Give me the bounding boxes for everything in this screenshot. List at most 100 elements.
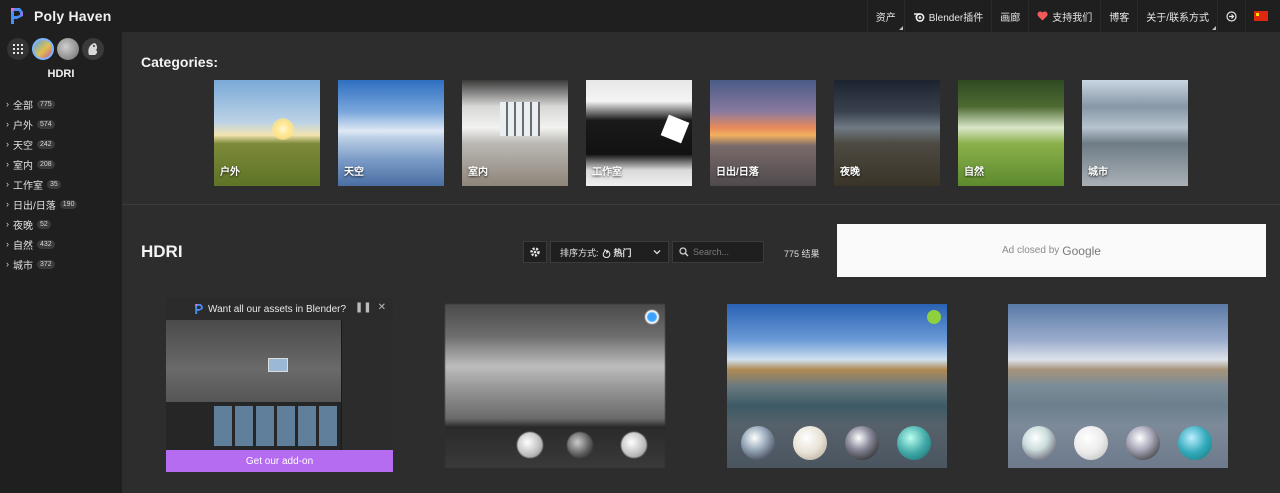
login-button[interactable] [1217, 0, 1245, 32]
nav-assets[interactable]: 资产 [866, 0, 904, 32]
sidebar-item-count: 242 [37, 139, 55, 149]
asset-card[interactable] [445, 304, 665, 468]
sidebar-item-urban[interactable]: › 城市 372 [6, 254, 122, 274]
nav-blender-label: Blender插件 [928, 12, 984, 24]
main-nav: 资产 Blender插件 画廊 支持我们 博客 关于/联系方式 [866, 0, 1280, 32]
preview-sphere [741, 426, 775, 460]
category-cards: 户外 天空 室内 工作室 日出/日落 夜晚 自然 城市 [214, 80, 1188, 186]
chevron-right-icon: › [6, 199, 9, 209]
chevron-right-icon: › [6, 159, 9, 169]
chevron-right-icon: › [6, 119, 9, 129]
nav-blender-addon[interactable]: Blender插件 [903, 0, 991, 32]
sort-label: 排序方式: [560, 247, 599, 258]
texture-type-button[interactable] [57, 38, 79, 60]
settings-button[interactable] [523, 241, 547, 263]
sidebar-item-label: 城市 [13, 260, 33, 272]
category-card-studio[interactable]: 工作室 [586, 80, 692, 186]
nav-gallery[interactable]: 画廊 [991, 0, 1028, 32]
close-icon[interactable]: ✕ [378, 302, 386, 313]
results-count: 775 结果 [784, 249, 820, 259]
nav-blog-label: 博客 [1109, 12, 1130, 24]
sidebar-item-count: 190 [59, 199, 78, 209]
chevron-right-icon: › [6, 259, 9, 269]
chevron-right-icon: › [6, 139, 9, 149]
viewport-preview [166, 320, 341, 402]
sidebar-item-skies[interactable]: › 天空 242 [6, 134, 122, 154]
nav-support-label: 支持我们 [1052, 12, 1093, 24]
sidebar-item-nature[interactable]: › 自然 432 [6, 234, 122, 254]
sidebar-item-count: 35 [47, 179, 61, 189]
sidebar-item-label: 室内 [13, 160, 33, 172]
preview-sphere [1074, 426, 1108, 460]
sidebar-item-count: 574 [37, 119, 55, 129]
heart-icon [1037, 11, 1048, 21]
sidebar-item-count: 52 [37, 219, 51, 229]
category-card-label: 工作室 [592, 167, 622, 178]
categories-heading: Categories: [141, 54, 219, 70]
preview-sphere [845, 426, 879, 460]
category-card-label: 天空 [344, 167, 364, 178]
search-input[interactable] [693, 247, 763, 257]
category-card-label: 户外 [220, 167, 240, 178]
sidebar: HDRI › 全部 775 › 户外 574 › 天空 242 › 室内 208 › 工作室 35 … [0, 32, 122, 493]
sidebar-item-sunrise-sunset[interactable]: › 日出/日落 190 [6, 194, 122, 214]
preview-sphere [793, 426, 827, 460]
category-card-night[interactable]: 夜晚 [834, 80, 940, 186]
asset-card[interactable] [1008, 304, 1228, 468]
sidebar-item-count: 775 [37, 99, 55, 109]
sort-select[interactable]: 排序方式: 热门 [550, 241, 669, 263]
search-icon [679, 247, 689, 257]
category-card-skies[interactable]: 天空 [338, 80, 444, 186]
get-addon-button[interactable]: Get our add-on [166, 450, 393, 472]
sidebar-item-night[interactable]: › 夜晚 52 [6, 214, 122, 234]
properties-panel [341, 320, 393, 450]
hdri-type-button[interactable] [32, 38, 54, 60]
page-title: HDRI [141, 242, 183, 261]
sidebar-item-label: 自然 [13, 240, 33, 252]
sidebar-item-outdoor[interactable]: › 户外 574 [6, 114, 122, 134]
category-card-indoor[interactable]: 室内 [462, 80, 568, 186]
search-field[interactable] [672, 241, 764, 263]
preview-sphere [567, 432, 593, 458]
category-card-label: 城市 [1088, 167, 1108, 178]
sidebar-item-label: 天空 [13, 140, 33, 152]
section-divider [122, 204, 1280, 205]
poly-haven-logo-icon [11, 8, 23, 24]
language-selector[interactable] [1245, 0, 1280, 32]
sidebar-item-studio[interactable]: › 工作室 35 [6, 174, 122, 194]
asset-card[interactable] [727, 304, 947, 468]
sidebar-item-indoor[interactable]: › 室内 208 [6, 154, 122, 174]
nav-support[interactable]: 支持我们 [1028, 0, 1100, 32]
chevron-right-icon: › [6, 239, 9, 249]
viewport-object [268, 358, 288, 372]
category-card-outdoor[interactable]: 户外 [214, 80, 320, 186]
window-grid [500, 102, 540, 136]
top-header: Poly Haven 资产 Blender插件 画廊 支持我们 博客 关于/联系… [0, 0, 1280, 32]
nav-about[interactable]: 关于/联系方式 [1137, 0, 1217, 32]
main-content: Categories: 户外 天空 室内 工作室 日出/日落 夜晚 自然 城市 [122, 32, 1280, 493]
model-type-button[interactable] [82, 38, 104, 60]
sidebar-item-label: 户外 [13, 120, 33, 132]
nav-gallery-label: 画廊 [1000, 12, 1021, 24]
promo-screenshot [166, 320, 393, 450]
sidebar-item-all[interactable]: › 全部 775 [6, 94, 122, 114]
category-card-sunrise-sunset[interactable]: 日出/日落 [710, 80, 816, 186]
brand-link[interactable]: Poly Haven [0, 0, 111, 32]
caret-icon [898, 26, 903, 30]
sidebar-item-count: 432 [37, 239, 55, 249]
category-card-label: 夜晚 [840, 167, 860, 178]
category-card-nature[interactable]: 自然 [958, 80, 1064, 186]
all-types-button[interactable] [7, 38, 29, 60]
chevron-right-icon: › [6, 99, 9, 109]
sidebar-item-label: 全部 [13, 100, 33, 112]
caret-icon [1212, 26, 1216, 30]
category-card-urban[interactable]: 城市 [1082, 80, 1188, 186]
sidebar-item-label: 日出/日落 [13, 200, 56, 212]
model-icon [88, 43, 98, 55]
nav-blog[interactable]: 博客 [1100, 0, 1137, 32]
sidebar-title: HDRI [47, 68, 75, 80]
pause-icon[interactable]: ❚❚ [355, 302, 372, 313]
softbox-light [660, 114, 690, 144]
sort-value: 热门 [602, 246, 632, 259]
category-card-label: 自然 [964, 167, 984, 178]
